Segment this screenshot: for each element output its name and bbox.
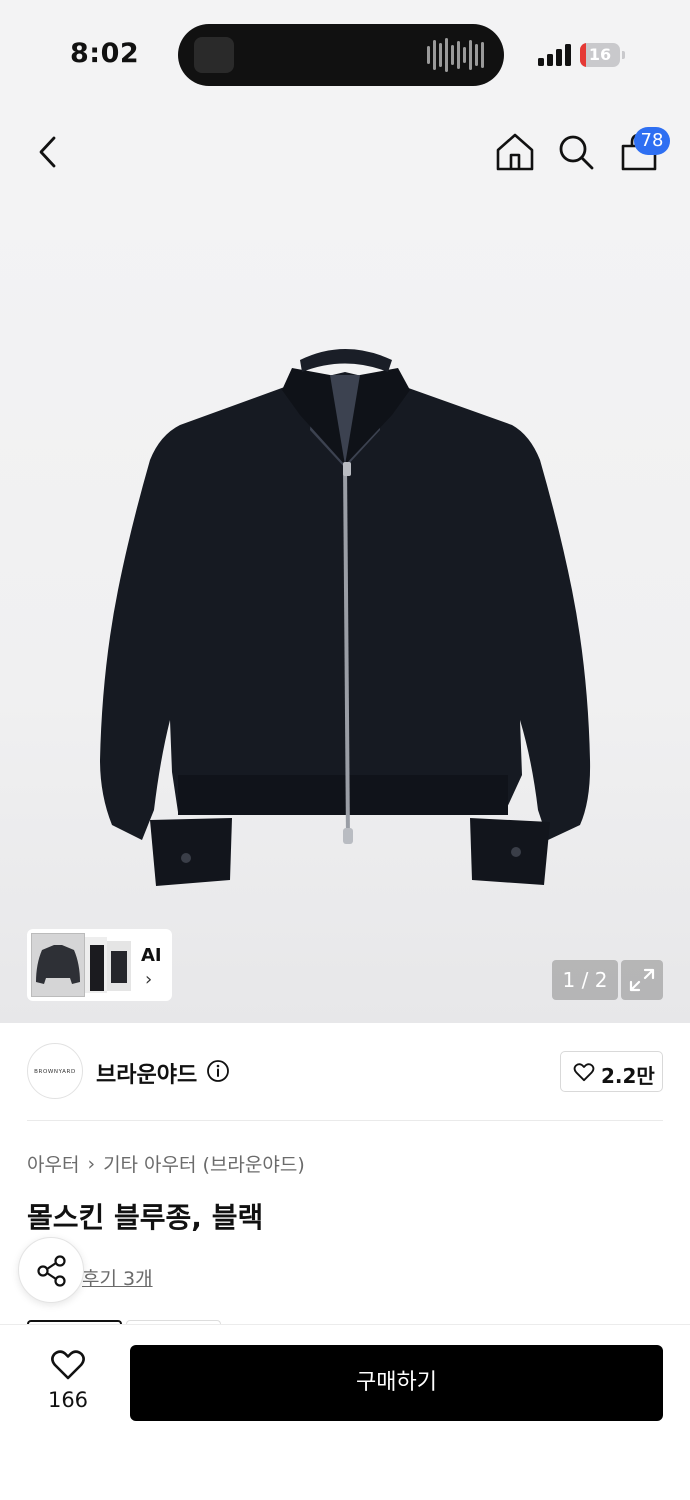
battery-icon: 16 bbox=[580, 43, 620, 67]
audio-waveform-icon bbox=[427, 38, 484, 72]
dynamic-island bbox=[178, 24, 504, 86]
wishlist-heart-icon[interactable] bbox=[50, 1349, 86, 1381]
thumbnail-model bbox=[85, 937, 107, 993]
brand-logo[interactable]: BROWNYARD bbox=[27, 1043, 83, 1099]
jacket-thumb-icon bbox=[36, 945, 80, 984]
signal-icon bbox=[538, 44, 571, 66]
ai-label: AI bbox=[141, 945, 162, 966]
share-icon bbox=[37, 1255, 66, 1287]
wishlist-count: 166 bbox=[47, 1388, 89, 1412]
cart-count-badge: 78 bbox=[634, 127, 670, 155]
divider bbox=[27, 1120, 663, 1121]
heart-icon bbox=[573, 1063, 595, 1082]
battery-tip bbox=[622, 51, 625, 59]
model-thumb-icon bbox=[90, 945, 104, 991]
breadcrumb-item-outer[interactable]: 아우터 bbox=[27, 1150, 79, 1177]
breadcrumb-separator-icon: › bbox=[87, 1152, 96, 1175]
home-icon[interactable] bbox=[493, 130, 537, 174]
status-bar: 8:02 16 bbox=[0, 0, 690, 110]
search-icon[interactable] bbox=[554, 130, 598, 174]
breadcrumb-item-other-outer[interactable]: 기타 아우터 (브라운야드) bbox=[103, 1150, 305, 1177]
brand-like-button[interactable]: 2.2만 bbox=[560, 1051, 663, 1092]
info-icon[interactable] bbox=[206, 1059, 230, 1083]
island-app-icon bbox=[194, 37, 234, 73]
product-title: 몰스킨 블루종, 블랙 bbox=[27, 1201, 264, 1234]
product-image[interactable] bbox=[0, 200, 690, 1023]
brand-like-count: 2.2만 bbox=[601, 1064, 655, 1088]
breadcrumb: 아우터 › 기타 아우터 (브라운야드) bbox=[27, 1150, 305, 1177]
buy-button[interactable]: 구매하기 bbox=[130, 1345, 663, 1421]
battery-level: 16 bbox=[588, 45, 612, 64]
expand-button[interactable] bbox=[621, 960, 663, 1000]
brand-name[interactable]: 브라운야드 bbox=[96, 1057, 197, 1089]
image-counter: 1 / 2 bbox=[552, 960, 618, 1000]
detail-thumb-icon bbox=[111, 951, 127, 983]
ai-thumbnail-card[interactable]: AI › bbox=[27, 929, 172, 1001]
back-chevron-icon[interactable] bbox=[26, 130, 70, 174]
jacket-image bbox=[100, 349, 591, 886]
share-button[interactable] bbox=[18, 1237, 84, 1303]
top-nav bbox=[0, 110, 690, 200]
thumbnail-jacket bbox=[31, 933, 85, 997]
thumbnail-detail bbox=[107, 941, 131, 991]
chevron-right-icon: › bbox=[145, 969, 153, 990]
review-link[interactable]: 후기 3개 bbox=[82, 1264, 153, 1291]
status-time: 8:02 bbox=[70, 38, 140, 69]
expand-icon bbox=[629, 968, 655, 992]
